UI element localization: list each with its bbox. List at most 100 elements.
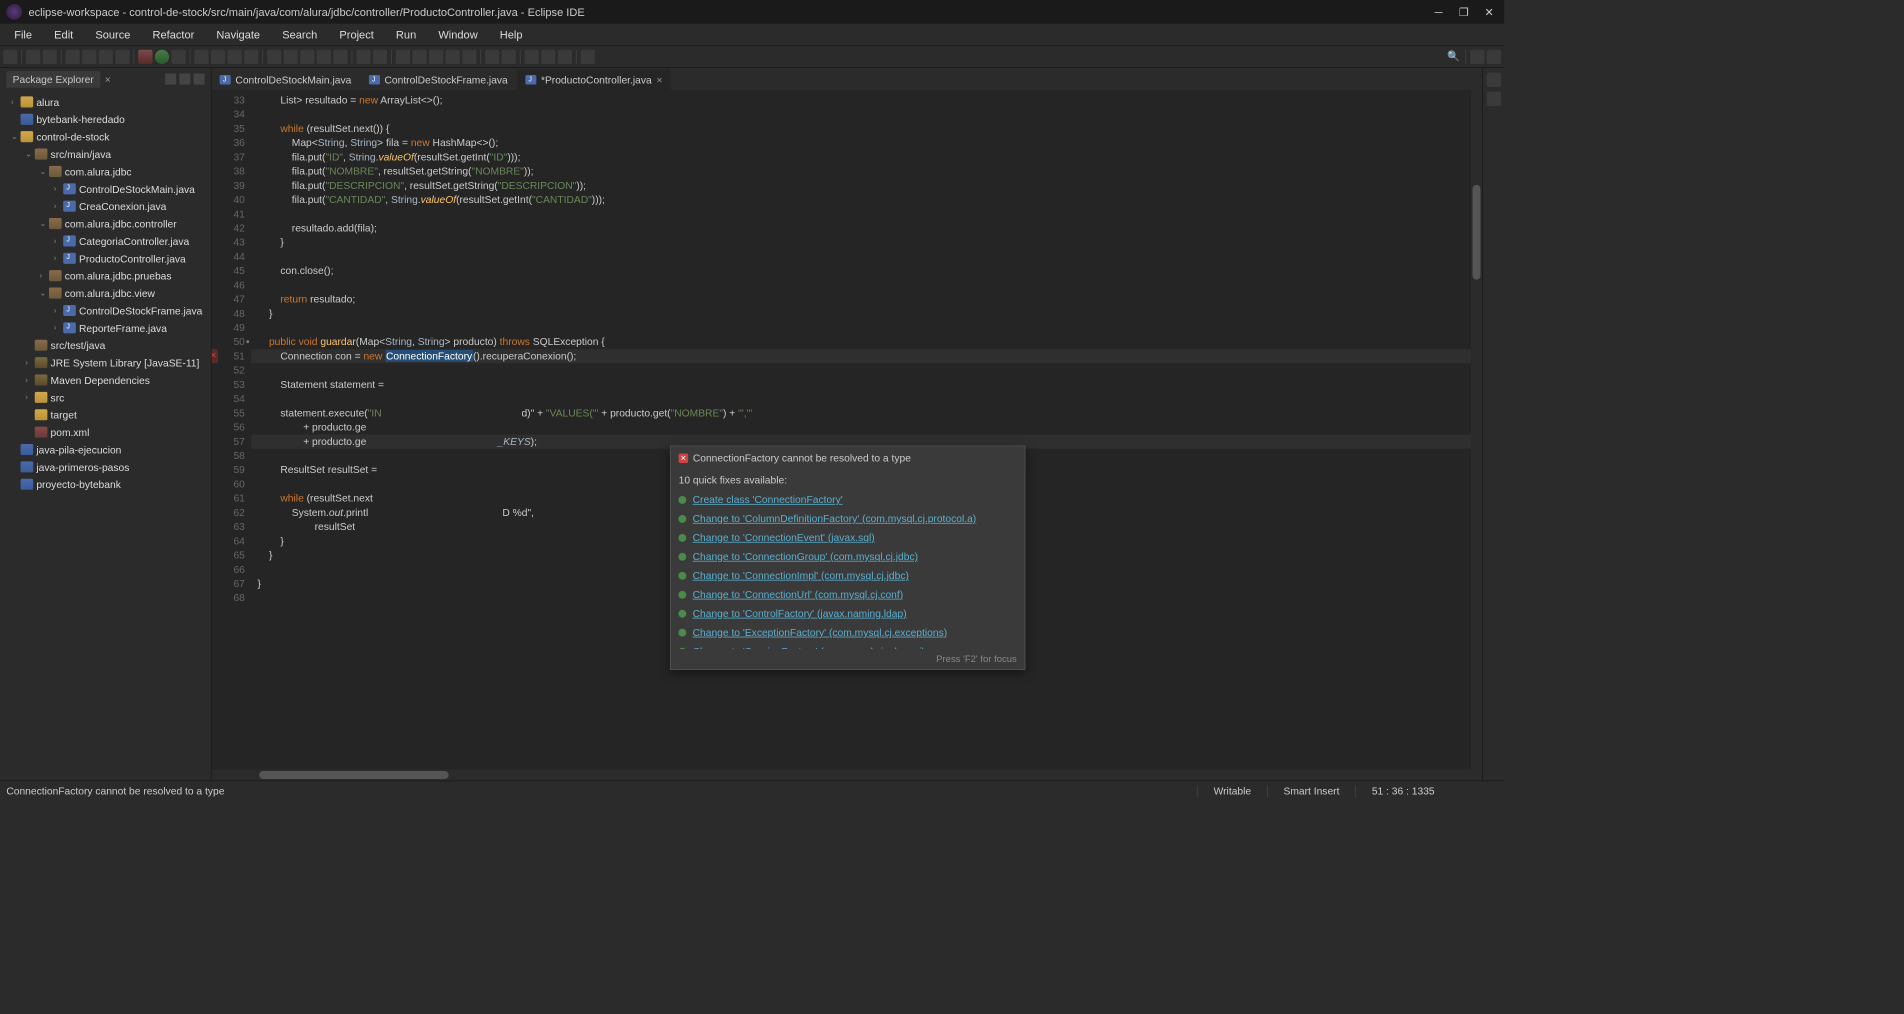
close-button[interactable]: ✕ bbox=[1484, 6, 1495, 17]
status-error: ConnectionFactory cannot be resolved to … bbox=[6, 785, 224, 797]
vertical-scrollbar[interactable] bbox=[1471, 90, 1482, 769]
tool-icon[interactable] bbox=[300, 49, 314, 63]
project-tree[interactable]: ›alurabytebank-heredado⌄control-de-stock… bbox=[0, 90, 211, 780]
editor-tab[interactable]: ControlDeStockFrame.java bbox=[361, 70, 516, 91]
tool-icon[interactable] bbox=[429, 49, 443, 63]
menu-navigate[interactable]: Navigate bbox=[205, 25, 271, 44]
tool-icon[interactable] bbox=[373, 49, 387, 63]
tree-item[interactable]: ›alura bbox=[0, 93, 211, 110]
tree-item[interactable]: ⌄com.alura.jdbc.controller bbox=[0, 215, 211, 232]
tasklist-icon[interactable] bbox=[1486, 92, 1500, 106]
tree-item[interactable]: ›com.alura.jdbc.pruebas bbox=[0, 267, 211, 284]
tool-icon[interactable] bbox=[581, 49, 595, 63]
tree-item[interactable]: ⌄com.alura.jdbc bbox=[0, 163, 211, 180]
tree-item[interactable]: src/test/java bbox=[0, 337, 211, 354]
tree-item[interactable]: proyecto-bytebank bbox=[0, 476, 211, 493]
tool-icon[interactable] bbox=[317, 49, 331, 63]
menu-edit[interactable]: Edit bbox=[43, 25, 84, 44]
link-icon[interactable] bbox=[179, 73, 190, 84]
tool-icon[interactable] bbox=[194, 49, 208, 63]
quickfix-popup: ✕ ConnectionFactory cannot be resolved t… bbox=[670, 446, 1026, 670]
close-view-icon[interactable]: × bbox=[105, 73, 111, 85]
tree-item[interactable]: ›ControlDeStockMain.java bbox=[0, 180, 211, 197]
tool-icon[interactable] bbox=[267, 49, 281, 63]
tree-item[interactable]: ›CategoriaController.java bbox=[0, 232, 211, 249]
quickfix-item[interactable]: Change to 'ConnectionEvent' (javax.sql) bbox=[671, 529, 1025, 548]
sidebar-header: Package Explorer × bbox=[0, 68, 211, 90]
editor-tab[interactable]: ControlDeStockMain.java bbox=[212, 70, 359, 91]
back-icon[interactable] bbox=[485, 49, 499, 63]
minimize-button[interactable]: ─ bbox=[1433, 6, 1444, 17]
debug-icon[interactable] bbox=[138, 49, 152, 63]
perspective-icon[interactable] bbox=[1470, 49, 1484, 63]
tree-item[interactable]: ⌄com.alura.jdbc.view bbox=[0, 284, 211, 301]
quickfix-item[interactable]: Change to 'ColumnDefinitionFactory' (com… bbox=[671, 510, 1025, 529]
tool-icon[interactable] bbox=[211, 49, 225, 63]
java-perspective-icon[interactable] bbox=[1487, 49, 1501, 63]
search-icon[interactable]: 🔍 bbox=[1447, 49, 1461, 63]
editor-tabs: ControlDeStockMain.javaControlDeStockFra… bbox=[212, 68, 1482, 90]
tool-icon[interactable] bbox=[66, 49, 80, 63]
new-icon[interactable] bbox=[3, 49, 17, 63]
menu-window[interactable]: Window bbox=[427, 25, 488, 44]
menu-run[interactable]: Run bbox=[385, 25, 427, 44]
menu-icon[interactable] bbox=[194, 73, 205, 84]
tool-icon[interactable] bbox=[412, 49, 426, 63]
tool-icon[interactable] bbox=[228, 49, 242, 63]
tree-item[interactable]: target bbox=[0, 406, 211, 423]
popup-footer: Press 'F2' for focus bbox=[671, 649, 1025, 670]
eclipse-icon bbox=[6, 4, 22, 20]
tool-icon[interactable] bbox=[284, 49, 298, 63]
run-icon[interactable] bbox=[155, 49, 169, 63]
code-editor[interactable]: 3334353637383940414243444546474849505152… bbox=[212, 90, 1482, 769]
tree-item[interactable]: ›ControlDeStockFrame.java bbox=[0, 302, 211, 319]
tool-icon[interactable] bbox=[356, 49, 370, 63]
sidebar-title: Package Explorer bbox=[6, 71, 100, 88]
tree-item[interactable]: java-pila-ejecucion bbox=[0, 441, 211, 458]
quickfix-item[interactable]: Create class 'ConnectionFactory' bbox=[671, 491, 1025, 510]
tree-item[interactable]: bytebank-heredado bbox=[0, 111, 211, 128]
tree-item[interactable]: ›ProductoController.java bbox=[0, 250, 211, 267]
quickfix-item[interactable]: Change to 'ExceptionFactory' (com.mysql.… bbox=[671, 623, 1025, 642]
quickfix-item[interactable]: Change to 'ConnectionUrl' (com.mysql.cj.… bbox=[671, 585, 1025, 604]
collapse-icon[interactable] bbox=[165, 73, 176, 84]
tool-icon[interactable] bbox=[244, 49, 258, 63]
tool-icon[interactable] bbox=[446, 49, 460, 63]
tree-item[interactable]: ⌄src/main/java bbox=[0, 145, 211, 162]
tool-icon[interactable] bbox=[396, 49, 410, 63]
coverage-icon[interactable] bbox=[171, 49, 185, 63]
outline-icon[interactable] bbox=[1486, 73, 1500, 87]
tool-icon[interactable] bbox=[558, 49, 572, 63]
menu-refactor[interactable]: Refactor bbox=[141, 25, 205, 44]
tree-item[interactable]: ⌄control-de-stock bbox=[0, 128, 211, 145]
tool-icon[interactable] bbox=[525, 49, 539, 63]
menu-search[interactable]: Search bbox=[271, 25, 328, 44]
tree-item[interactable]: ›src bbox=[0, 389, 211, 406]
tree-item[interactable]: java-primeros-pasos bbox=[0, 458, 211, 475]
tree-item[interactable]: ›ReporteFrame.java bbox=[0, 319, 211, 336]
editor-tab[interactable]: *ProductoController.java× bbox=[517, 70, 670, 91]
menu-project[interactable]: Project bbox=[328, 25, 385, 44]
tree-item[interactable]: ›CreaConexion.java bbox=[0, 198, 211, 215]
tool-icon[interactable] bbox=[333, 49, 347, 63]
menu-file[interactable]: File bbox=[3, 25, 43, 44]
saveall-icon[interactable] bbox=[43, 49, 57, 63]
quickfix-item[interactable]: Change to 'ControlFactory' (javax.naming… bbox=[671, 604, 1025, 623]
horizontal-scrollbar[interactable] bbox=[212, 769, 1482, 780]
tool-icon[interactable] bbox=[82, 49, 96, 63]
tree-item[interactable]: ›JRE System Library [JavaSE-11] bbox=[0, 354, 211, 371]
tree-item[interactable]: ›Maven Dependencies bbox=[0, 371, 211, 388]
quickfix-item[interactable]: Change to 'ConnectionGroup' (com.mysql.c… bbox=[671, 547, 1025, 566]
status-insert: Smart Insert bbox=[1267, 785, 1355, 797]
menu-source[interactable]: Source bbox=[84, 25, 141, 44]
tool-icon[interactable] bbox=[462, 49, 476, 63]
tool-icon[interactable] bbox=[115, 49, 129, 63]
maximize-button[interactable]: ❐ bbox=[1458, 6, 1469, 17]
menu-help[interactable]: Help bbox=[489, 25, 534, 44]
tree-item[interactable]: pom.xml bbox=[0, 423, 211, 440]
tool-icon[interactable] bbox=[99, 49, 113, 63]
save-icon[interactable] bbox=[26, 49, 40, 63]
forward-icon[interactable] bbox=[502, 49, 516, 63]
tool-icon[interactable] bbox=[541, 49, 555, 63]
quickfix-item[interactable]: Change to 'ConnectionImpl' (com.mysql.cj… bbox=[671, 566, 1025, 585]
